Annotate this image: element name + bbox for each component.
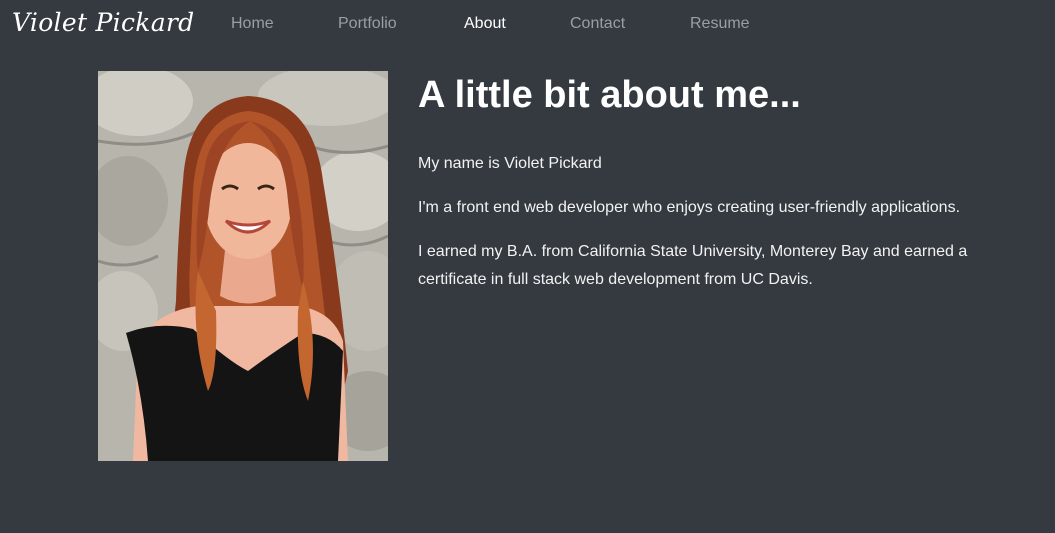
about-heading: A little bit about me...: [418, 74, 801, 116]
about-paragraph-education: I earned my B.A. from California State U…: [418, 243, 968, 288]
nav-link-home[interactable]: Home: [231, 15, 274, 33]
nav-link-portfolio[interactable]: Portfolio: [338, 15, 397, 33]
navbar: Violet Pickard Home Portfolio About Cont…: [0, 0, 1055, 50]
nav-link-about[interactable]: About: [464, 15, 506, 33]
brand-logo[interactable]: Violet Pickard: [12, 8, 194, 37]
nav-link-contact[interactable]: Contact: [570, 15, 625, 33]
nav-link-resume[interactable]: Resume: [690, 15, 750, 33]
about-paragraph-role: I'm a front end web developer who enjoys…: [418, 199, 961, 216]
about-section: A little bit about me... My name is Viol…: [418, 72, 998, 288]
profile-photo: [98, 71, 388, 461]
about-paragraph-name: My name is Violet Pickard: [418, 155, 602, 172]
